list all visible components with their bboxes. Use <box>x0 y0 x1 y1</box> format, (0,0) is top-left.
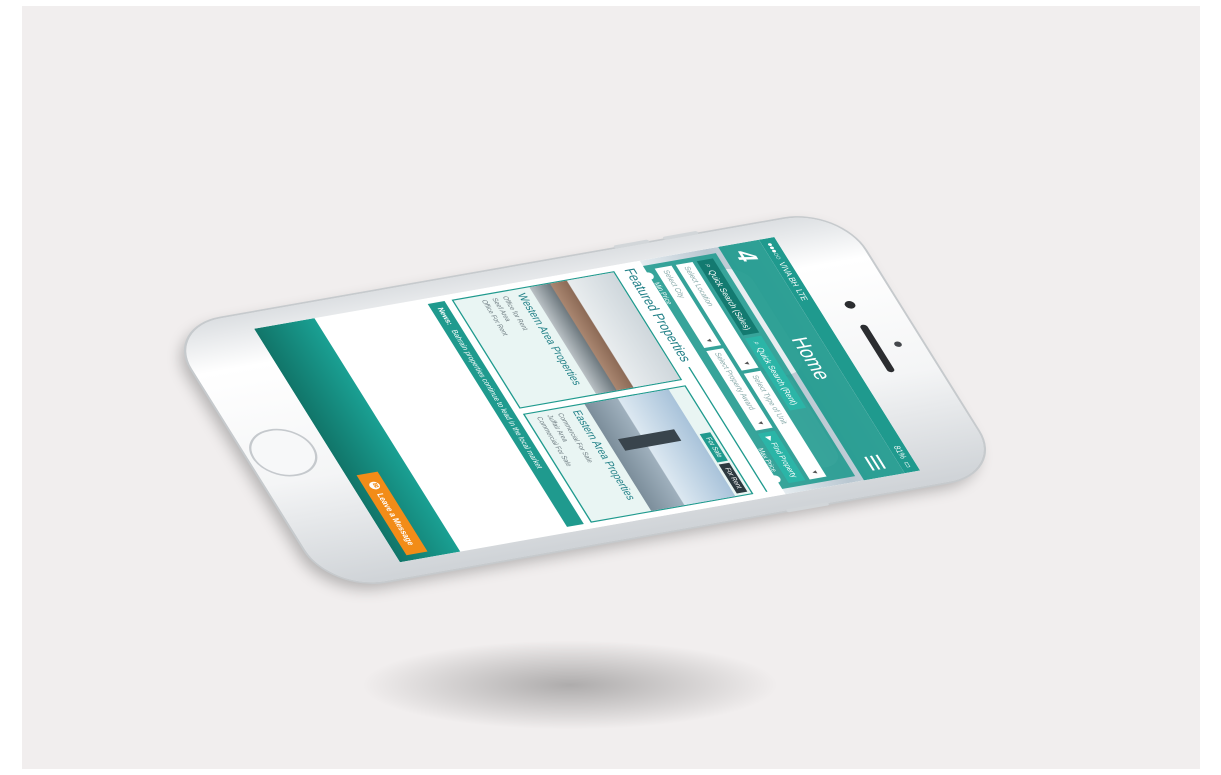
phone-shadow <box>360 640 780 730</box>
news-label: News: <box>435 307 455 326</box>
app-logo[interactable]: 4 <box>729 248 764 264</box>
battery-icon: ▭ <box>901 460 915 469</box>
search-icon: ⌕ <box>751 340 764 346</box>
chevron-down-icon: ▼ <box>703 337 715 344</box>
hamburger-menu-icon[interactable] <box>864 454 887 471</box>
chevron-down-icon: ▼ <box>755 419 767 427</box>
building-graphic <box>618 429 682 451</box>
chevron-down-icon: ▼ <box>809 468 821 476</box>
filter-icon: ▶ <box>764 435 776 442</box>
search-icon: ⌕ <box>702 263 715 269</box>
message-icon: ✉ <box>367 480 382 491</box>
chevron-down-icon: ▼ <box>741 360 753 367</box>
